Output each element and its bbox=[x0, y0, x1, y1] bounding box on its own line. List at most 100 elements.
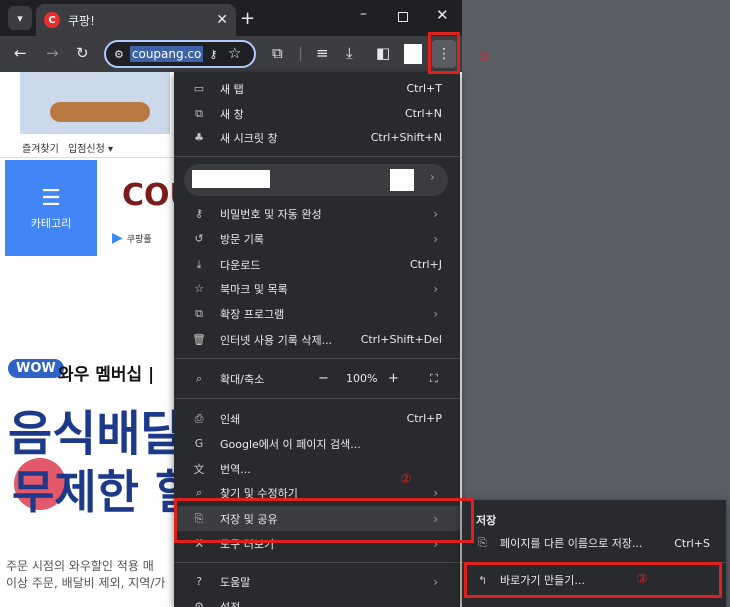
tab-search-button[interactable]: ▾ bbox=[8, 6, 32, 30]
minimize-button[interactable]: – bbox=[360, 6, 367, 22]
translate-icon: 文 bbox=[193, 462, 205, 476]
menu-settings[interactable]: ⚙ 설정 bbox=[174, 594, 460, 607]
zoom-in-button[interactable]: + bbox=[388, 371, 399, 386]
reading-list-icon[interactable]: ≡ bbox=[316, 44, 329, 62]
submenu-save-page-shortcut: Ctrl+S bbox=[674, 536, 710, 550]
submenu-save-page-label: 페이지를 다른 이름으로 저장... bbox=[500, 537, 643, 550]
url-text[interactable]: coupang.co bbox=[129, 46, 204, 62]
menu-settings-label: 설정 bbox=[220, 600, 241, 607]
submenu-section-title: 저장 bbox=[476, 514, 497, 527]
zoom-icon: ⌕ bbox=[195, 371, 203, 385]
coupang-play-link[interactable]: ▶ 쿠팡플 bbox=[112, 230, 152, 246]
wow-membership-text: 와우 멤버십 | bbox=[58, 365, 155, 385]
tab-strip: ▾ C 쿠팡! ✕ + – ✕ bbox=[0, 0, 462, 36]
window-close-button[interactable]: ✕ bbox=[436, 6, 449, 24]
menu-extensions[interactable]: ⧉ 확장 프로그램 › bbox=[174, 301, 460, 326]
menu-clear-data-shortcut: Ctrl+Shift+Del bbox=[360, 333, 442, 346]
chevron-right-icon: › bbox=[433, 231, 438, 246]
subnav-seller-link[interactable]: 입점신청 ▾ bbox=[68, 140, 113, 155]
profile-avatar-redacted bbox=[390, 169, 414, 191]
menu-passwords[interactable]: ⚷ 비밀번호 및 자동 완성 › bbox=[174, 201, 460, 226]
menu-new-tab-shortcut: Ctrl+T bbox=[406, 82, 442, 95]
menu-separator bbox=[174, 358, 460, 359]
download-icon: ⤓ bbox=[196, 257, 202, 271]
chevron-right-icon: › bbox=[433, 206, 438, 221]
menu-separator bbox=[174, 398, 460, 399]
chevron-right-icon: › bbox=[433, 574, 438, 589]
gear-icon: ⚙ bbox=[194, 600, 204, 607]
incognito-icon: ♣ bbox=[194, 131, 204, 144]
tab-title: 쿠팡! bbox=[68, 13, 95, 28]
annotation-number-1: ① bbox=[478, 50, 490, 65]
highlight-box-menu bbox=[428, 32, 460, 74]
menu-profile-row[interactable]: › bbox=[184, 164, 448, 196]
hero-footnote-line2: 이상 주문, 배달비 제외, 지역/가 bbox=[6, 576, 166, 590]
menu-new-window[interactable]: ⧉ 새 창 Ctrl+N bbox=[174, 101, 460, 126]
hero-footnote-line1: 주문 시점의 와우할인 적용 매 bbox=[6, 559, 154, 573]
menu-google-search[interactable]: G Google에서 이 페이지 검색... bbox=[174, 431, 460, 456]
menu-clear-data-label: 인터넷 사용 기록 삭제... bbox=[220, 333, 333, 347]
menu-zoom-label: 확대/축소 bbox=[220, 372, 265, 386]
menu-bookmarks[interactable]: ☆ 북마크 및 목록 › bbox=[174, 276, 460, 301]
menu-history-label: 방문 기록 bbox=[220, 232, 264, 246]
chevron-right-icon: › bbox=[433, 306, 438, 321]
star-icon: ☆ bbox=[194, 282, 204, 295]
menu-new-window-shortcut: Ctrl+N bbox=[404, 107, 442, 120]
subnav-bookmark-link[interactable]: 즐겨찾기 bbox=[22, 140, 59, 155]
submenu-save-page[interactable]: ⎘ 페이지를 다른 이름으로 저장... Ctrl+S bbox=[462, 530, 726, 556]
zoom-out-button[interactable]: − bbox=[318, 371, 329, 386]
menu-incognito[interactable]: ♣ 새 시크릿 창 Ctrl+Shift+N bbox=[174, 125, 460, 150]
history-icon: ↺ bbox=[194, 232, 204, 245]
highlight-box-save-share bbox=[174, 498, 474, 543]
menu-history[interactable]: ↺ 방문 기록 › bbox=[174, 226, 460, 251]
category-menu-button[interactable]: ☰ 카테고리 bbox=[5, 160, 97, 256]
download-icon[interactable]: ⤓ bbox=[346, 44, 353, 62]
new-tab-button[interactable]: + bbox=[240, 8, 255, 29]
menu-downloads[interactable]: ⤓ 다운로드 Ctrl+J bbox=[174, 252, 460, 277]
menu-passwords-label: 비밀번호 및 자동 완성 bbox=[220, 207, 322, 221]
maximize-button[interactable] bbox=[398, 12, 408, 22]
printer-icon: ⎙ bbox=[194, 411, 204, 425]
menu-new-tab[interactable]: ▭ 새 탭 Ctrl+T bbox=[174, 76, 460, 101]
help-icon: ? bbox=[196, 575, 202, 588]
promo-banner-image[interactable] bbox=[20, 72, 170, 134]
site-info-icon[interactable]: ⚙ bbox=[114, 48, 124, 61]
tab-close-icon[interactable]: ✕ bbox=[216, 12, 228, 28]
menu-translate[interactable]: 文 번역... bbox=[174, 456, 460, 481]
save-page-icon: ⎘ bbox=[478, 536, 487, 549]
reload-icon[interactable]: ↻ bbox=[76, 44, 89, 62]
google-icon: G bbox=[194, 437, 204, 450]
coupang-favicon-icon: C bbox=[44, 12, 60, 28]
chevron-right-icon: › bbox=[430, 170, 435, 184]
menu-help-label: 도움말 bbox=[220, 575, 251, 589]
password-key-icon[interactable]: ⚷ bbox=[209, 48, 217, 61]
back-arrow-icon[interactable]: ← bbox=[14, 44, 27, 62]
menu-incognito-shortcut: Ctrl+Shift+N bbox=[370, 131, 442, 144]
hero-headline-line1: 음식배달 bbox=[8, 406, 185, 462]
side-panel-icon[interactable]: ◧ bbox=[376, 44, 390, 62]
menu-print[interactable]: ⎙ 인쇄 Ctrl+P bbox=[174, 406, 460, 431]
forward-arrow-icon[interactable]: → bbox=[46, 44, 59, 62]
play-chip-label: 쿠팡플 bbox=[126, 234, 152, 245]
menu-zoom: ⌕ 확대/축소 − 100% + ⛶ bbox=[174, 366, 460, 391]
menu-bookmarks-label: 북마크 및 목록 bbox=[220, 282, 288, 296]
key-icon: ⚷ bbox=[194, 207, 204, 220]
toolbar-divider: | bbox=[298, 44, 304, 62]
menu-downloads-label: 다운로드 bbox=[220, 258, 261, 272]
new-window-icon: ⧉ bbox=[195, 106, 203, 120]
menu-google-search-label: Google에서 이 페이지 검색... bbox=[220, 437, 361, 451]
profile-avatar[interactable] bbox=[404, 44, 422, 64]
menu-help[interactable]: ? 도움말 › bbox=[174, 569, 460, 594]
menu-extensions-label: 확장 프로그램 bbox=[220, 307, 285, 321]
category-label: 카테고리 bbox=[30, 216, 72, 230]
menu-clear-data[interactable]: 🗑 인터넷 사용 기록 삭제... Ctrl+Shift+Del bbox=[174, 327, 460, 352]
zoom-level: 100% bbox=[346, 372, 378, 385]
menu-incognito-label: 새 시크릿 창 bbox=[220, 131, 278, 145]
extensions-puzzle-icon[interactable]: ⧉ bbox=[272, 44, 283, 62]
bookmark-star-icon[interactable]: ☆ bbox=[228, 44, 241, 62]
fullscreen-icon[interactable]: ⛶ bbox=[430, 372, 438, 386]
active-tab[interactable]: C 쿠팡! ✕ bbox=[36, 4, 236, 36]
hamburger-icon: ☰ bbox=[41, 185, 61, 211]
menu-separator bbox=[174, 562, 460, 563]
menu-new-window-label: 새 창 bbox=[220, 107, 244, 121]
